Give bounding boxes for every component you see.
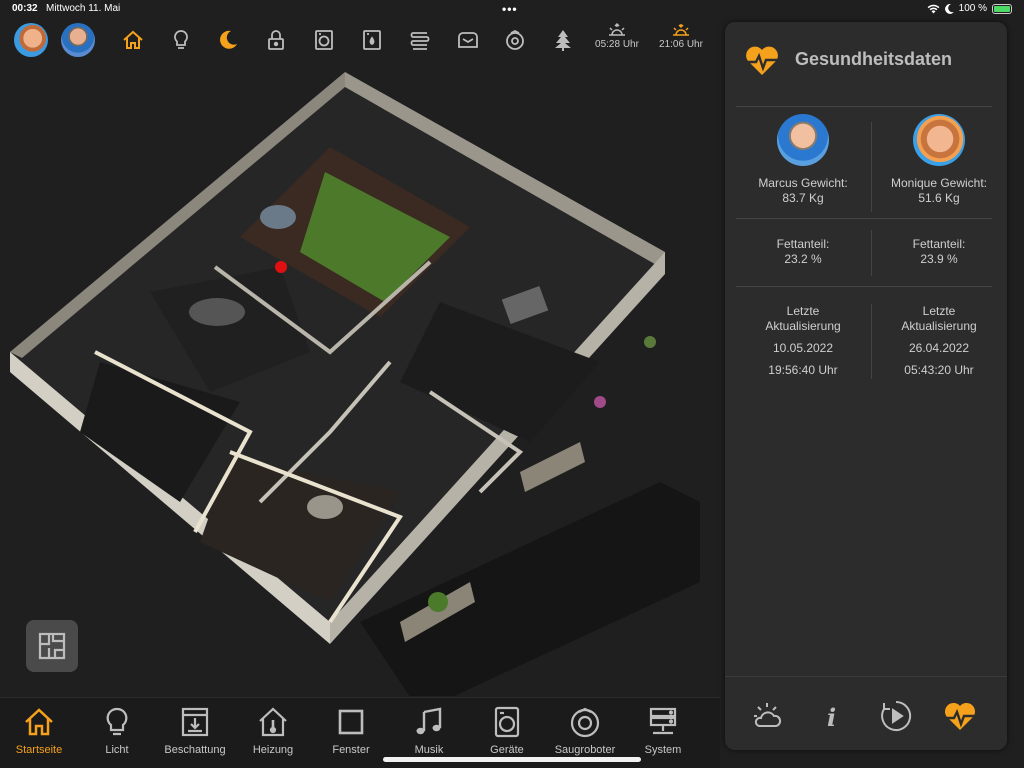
panel-header: Gesundheitsdaten: [725, 22, 1007, 98]
bulb-icon[interactable]: [169, 28, 193, 52]
update-monique: Letzte Aktualisierung 26.04.2022 05:43:2…: [873, 304, 1005, 378]
home-icon[interactable]: [121, 28, 145, 52]
nav-label: System: [644, 744, 682, 756]
floor-plan-3d[interactable]: [0, 62, 720, 712]
status-right: 100 %: [927, 3, 1012, 14]
weather-icon[interactable]: [750, 699, 784, 733]
moon-icon[interactable]: [216, 28, 240, 52]
heater-icon[interactable]: [408, 28, 432, 52]
nav-label: Saugroboter: [554, 744, 616, 756]
person-monique: Monique Gewicht: 51.6 Kg: [873, 114, 1005, 206]
window-icon: [338, 709, 364, 735]
nav-label: Heizung: [252, 744, 294, 756]
avatar-monique[interactable]: [14, 23, 48, 57]
sensor-dot[interactable]: [275, 261, 287, 273]
battery-percent: 100 %: [958, 3, 987, 14]
heart-pulse-icon: [746, 46, 778, 75]
status-date: Mittwoch 11. Mai: [46, 3, 121, 14]
update-time: 05:43:20 Uhr: [904, 363, 974, 377]
weight-label: Monique Gewicht:: [890, 176, 988, 190]
tree-icon[interactable]: [551, 28, 575, 52]
info-icon[interactable]: i: [815, 699, 849, 733]
home-indicator[interactable]: [383, 757, 641, 762]
nav-label: Geräte: [490, 744, 524, 756]
fat-value: 23.9 %: [920, 252, 958, 266]
floorplan-toggle-button[interactable]: [26, 620, 78, 672]
fat-monique: Fettanteil: 23.9 %: [873, 237, 1005, 267]
sunset-time: 21:06 Uhr: [651, 22, 711, 50]
sunrise-time: 05:28 Uhr: [587, 22, 647, 50]
multitasking-dots[interactable]: •••: [502, 2, 518, 16]
server-icon: [649, 707, 677, 735]
sunset-label: 21:06 Uhr: [659, 39, 703, 50]
update-label: Letzte Aktualisierung: [765, 304, 841, 333]
lock-icon[interactable]: [264, 28, 288, 52]
nav-label: Startseite: [15, 744, 63, 756]
nav-saugroboter[interactable]: Saugroboter: [546, 706, 624, 756]
weight-value: 51.6 Kg: [918, 191, 960, 205]
fat-label: Fettanteil:: [912, 237, 966, 251]
nav-geraete[interactable]: Geräte: [468, 706, 546, 756]
nav-label: Musik: [414, 744, 444, 756]
nav-label: Licht: [105, 744, 129, 756]
nav-fenster[interactable]: Fenster: [312, 706, 390, 756]
play-icon[interactable]: [879, 699, 913, 733]
heart-pulse-tab-icon[interactable]: [943, 699, 977, 733]
divider-vertical: [871, 230, 872, 276]
person-marcus: Marcus Gewicht: 83.7 Kg: [737, 114, 869, 206]
avatar-marcus[interactable]: [61, 23, 95, 57]
home-icon: [25, 708, 53, 736]
status-time: 00:32: [12, 3, 38, 14]
divider: [736, 218, 992, 219]
update-marcus: Letzte Aktualisierung 10.05.2022 19:56:4…: [737, 304, 869, 378]
heating-icon: [259, 707, 287, 737]
nav-heizung[interactable]: Heizung: [234, 706, 312, 756]
divider: [736, 286, 992, 287]
nav-licht[interactable]: Licht: [78, 706, 156, 756]
update-date: 10.05.2022: [772, 341, 834, 355]
update-time: 19:56:40 Uhr: [768, 363, 838, 377]
nav-system[interactable]: System: [624, 706, 702, 756]
fat-value: 23.2 %: [784, 252, 822, 266]
nav-beschattung[interactable]: Beschattung: [156, 706, 234, 756]
update-date: 26.04.2022: [908, 341, 970, 355]
bulb-icon: [106, 707, 128, 736]
fat-marcus: Fettanteil: 23.2 %: [737, 237, 869, 267]
sunrise-label: 05:28 Uhr: [595, 39, 639, 50]
health-panel: Gesundheitsdaten Marcus Gewicht: 83.7 Kg…: [725, 22, 1007, 750]
panel-title: Gesundheitsdaten: [795, 49, 953, 69]
nav-label: Beschattung: [164, 744, 226, 756]
fat-label: Fettanteil:: [776, 237, 830, 251]
dryer-icon[interactable]: [360, 28, 384, 52]
mailbox-icon[interactable]: [456, 28, 480, 52]
status-bar: 00:32 Mittwoch 11. Mai ••• 100 %: [0, 0, 1024, 18]
robot-vacuum-icon[interactable]: [503, 28, 527, 52]
washer-icon[interactable]: [312, 28, 336, 52]
divider: [736, 106, 992, 107]
nav-label: Fenster: [332, 744, 370, 756]
shutter-icon: [181, 707, 209, 737]
divider-vertical: [871, 304, 872, 379]
battery-icon: [992, 3, 1012, 14]
divider-vertical: [871, 122, 872, 212]
sunrise-icon: [609, 22, 625, 36]
svg-text:i: i: [827, 703, 836, 732]
wifi-icon: [927, 4, 940, 13]
music-icon: [416, 707, 442, 735]
avatar-marcus-large: [777, 114, 829, 166]
weight-value: 83.7 Kg: [782, 191, 824, 205]
weight-label: Marcus Gewicht:: [758, 176, 848, 190]
sunset-icon: [673, 24, 689, 36]
nav-startseite[interactable]: Startseite: [0, 706, 78, 756]
top-toolbar: 05:28 Uhr 21:06 Uhr: [0, 18, 720, 62]
nav-musik[interactable]: Musik: [390, 706, 468, 756]
robot-vacuum-icon: [570, 707, 600, 738]
moon-status-icon: [944, 3, 954, 14]
avatar-monique-large: [913, 114, 965, 166]
update-label: Letzte Aktualisierung: [901, 304, 977, 333]
washer-icon: [494, 706, 520, 738]
floorplan-icon: [38, 632, 66, 660]
panel-tab-bar: i: [725, 676, 1007, 750]
